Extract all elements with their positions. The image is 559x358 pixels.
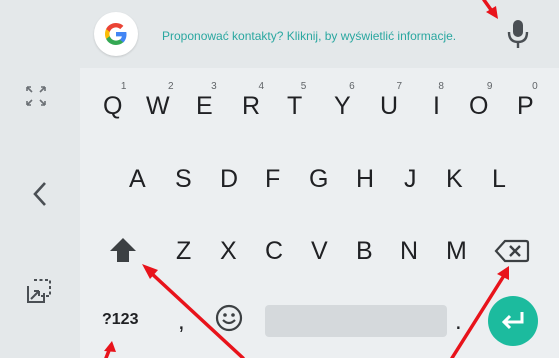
- key-m[interactable]: M: [446, 236, 467, 266]
- number-hint: 9: [486, 81, 493, 92]
- number-hint: 8: [438, 81, 444, 92]
- key-g[interactable]: G: [309, 164, 328, 194]
- key-c[interactable]: C: [265, 236, 283, 266]
- emoji-key[interactable]: [214, 303, 244, 338]
- arrow-to-symbols-head: [104, 341, 116, 352]
- enter-key[interactable]: [488, 296, 538, 346]
- key-h[interactable]: H: [356, 164, 374, 194]
- contact-suggestion-text[interactable]: Proponować kontakty? Kliknij, by wyświet…: [162, 29, 456, 43]
- key-l[interactable]: L: [492, 164, 506, 194]
- key-a[interactable]: A: [129, 164, 146, 194]
- key-f[interactable]: F: [265, 164, 280, 194]
- arrow-to-symbols: [104, 346, 112, 358]
- key-s[interactable]: S: [175, 164, 192, 194]
- enter-arrow-icon: [501, 312, 524, 330]
- key-e[interactable]: E3: [196, 82, 217, 121]
- number-hint: 7: [396, 81, 403, 92]
- number-hint: 6: [349, 81, 355, 92]
- smiley-icon: [215, 304, 243, 332]
- microphone-icon[interactable]: [503, 16, 533, 50]
- shift-key[interactable]: [108, 235, 138, 270]
- period-key[interactable]: .: [455, 308, 462, 336]
- number-hint: 4: [258, 81, 265, 92]
- arrow-to-shift-head: [142, 264, 158, 279]
- comma-key[interactable]: ,: [178, 308, 185, 336]
- number-hint: 2: [168, 81, 174, 92]
- key-q[interactable]: Q1: [103, 82, 126, 121]
- backspace-icon: [494, 239, 530, 263]
- key-p[interactable]: P0: [517, 82, 538, 121]
- key-i[interactable]: I8: [433, 82, 444, 121]
- key-b[interactable]: B: [356, 236, 373, 266]
- floating-keyboard-icon[interactable]: [25, 277, 53, 310]
- key-j[interactable]: J: [404, 164, 417, 194]
- key-y[interactable]: Y6: [334, 82, 355, 121]
- key-r[interactable]: R4: [242, 82, 264, 121]
- chevron-left-icon[interactable]: [30, 180, 50, 213]
- google-logo-icon[interactable]: [94, 12, 138, 56]
- number-hint: 3: [211, 81, 217, 92]
- number-hint: 1: [120, 81, 127, 92]
- number-hint: 5: [300, 81, 307, 92]
- key-d[interactable]: D: [220, 164, 238, 194]
- key-x[interactable]: X: [220, 236, 237, 266]
- key-w[interactable]: W2: [146, 82, 174, 121]
- key-k[interactable]: K: [446, 164, 463, 194]
- shift-arrow-icon: [110, 238, 136, 262]
- expand-arrows-icon[interactable]: [24, 84, 48, 113]
- number-hint: 0: [532, 81, 538, 92]
- key-n[interactable]: N: [400, 236, 418, 266]
- key-t[interactable]: T5: [287, 82, 306, 121]
- backspace-key[interactable]: [494, 237, 530, 270]
- suggestion-bar: Proponować kontakty? Kliknij, by wyświet…: [0, 0, 559, 68]
- space-key[interactable]: [265, 305, 447, 337]
- key-z[interactable]: Z: [176, 236, 191, 266]
- symbols-key[interactable]: ?123: [102, 311, 138, 329]
- key-v[interactable]: V: [311, 236, 328, 266]
- key-u[interactable]: U7: [380, 82, 402, 121]
- key-o[interactable]: O9: [469, 82, 492, 121]
